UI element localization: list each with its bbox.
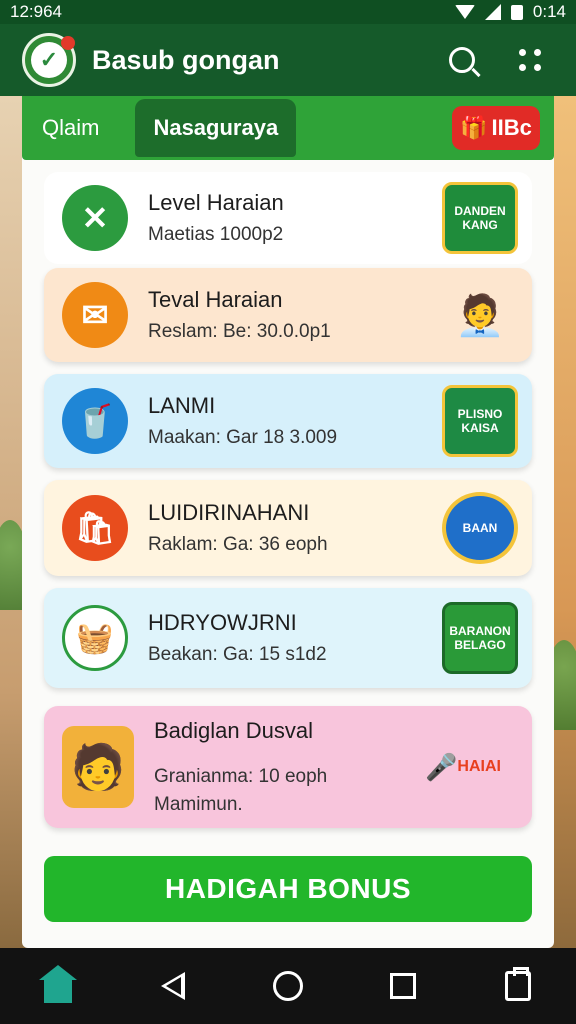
task-subtitle: Maakan: Gar 18 3.009 — [148, 427, 338, 448]
task-subtitle-extra: Mamimun. — [154, 794, 243, 815]
more-button[interactable] — [506, 36, 554, 84]
square-icon — [390, 973, 417, 999]
battery-icon — [510, 4, 523, 20]
character-illustration: 🧑‍💼 — [455, 293, 505, 338]
task-title: Teval Haraian — [148, 287, 283, 312]
task-subtitle: Reslam: Be: 30.0.0p1 — [148, 321, 331, 342]
task-item[interactable]: 🥤 LANMI Maakan: Gar 18 3.009 PLISNO KAIS… — [44, 374, 532, 468]
promo-badge: BAAN — [442, 492, 518, 564]
character-icon: 🧑 — [62, 726, 134, 808]
app-title: Basub gongan — [92, 44, 280, 75]
task-item[interactable]: ✕ Level Haraian Maetias 1000p2 DANDEN KA… — [44, 172, 532, 264]
cup-icon: 🥤 — [62, 388, 128, 454]
promo-badge: 🎤 HAIAI — [408, 731, 518, 803]
wifi-icon — [454, 5, 475, 19]
logo-dot — [61, 36, 75, 50]
promo-badge: BARANON BELAGO — [442, 602, 518, 674]
task-title: LUIDIRINAHANI — [148, 500, 310, 525]
close-badge-icon: ✕ — [62, 185, 128, 251]
status-time: 12:964 — [10, 2, 62, 21]
basket-icon: 🧺 — [62, 605, 128, 671]
signal-icon — [484, 4, 501, 20]
microphone-icon: 🎤 — [425, 751, 458, 782]
task-item[interactable]: 🧺 HDRYOWJRNI Beakan: Ga: 15 s1d2 BARANON… — [44, 588, 532, 688]
tab-claim[interactable]: Qlaim — [22, 99, 119, 157]
nav-back-button[interactable] — [143, 956, 203, 1016]
app-logo: ✓ — [22, 33, 76, 87]
reward-badge-button[interactable]: 🎁 IIBc — [452, 106, 540, 150]
nav-home-circle-button[interactable] — [258, 956, 318, 1016]
search-button[interactable] — [438, 36, 486, 84]
nav-recents-button[interactable] — [373, 956, 433, 1016]
gift-icon: 🎁 — [460, 115, 488, 140]
promo-badge: PLISNO KAISA — [442, 385, 518, 457]
task-title: Badiglan Dusval — [154, 718, 313, 743]
tab-claim-label: Qlaim — [42, 115, 100, 140]
grid-dots-icon — [519, 49, 541, 71]
main-card: Qlaim Nasaguraya 🎁 IIBc ✕ Level Haraian … — [22, 96, 554, 948]
bag-icon: 🛍 — [62, 495, 128, 561]
task-subtitle: Maetias 1000p2 — [148, 224, 284, 245]
app-bar: ✓ Basub gongan — [0, 24, 576, 96]
task-subtitle: Granianma: 10 eoph — [154, 766, 328, 787]
task-subtitle: Beakan: Ga: 15 s1d2 — [148, 644, 327, 665]
search-icon — [449, 47, 475, 73]
task-item[interactable]: 🧑 Badiglan Dusval Granianma: 10 eoph Mam… — [44, 706, 532, 828]
task-subtitle: Raklam: Ga: 36 eoph — [148, 534, 328, 555]
tab-active[interactable]: Nasaguraya — [135, 99, 297, 157]
navigation-bar — [0, 948, 576, 1024]
home-icon — [38, 965, 77, 1003]
status-right-time: 0:14 — [532, 2, 566, 21]
promo-badge: DANDEN KANG — [442, 182, 518, 254]
task-item[interactable]: 🛍 LUIDIRINAHANI Raklam: Ga: 36 eoph BAAN — [44, 480, 532, 576]
bonus-button[interactable]: HADIGAH BONUS — [44, 856, 532, 922]
tab-bar: Qlaim Nasaguraya 🎁 IIBc — [22, 96, 554, 160]
tab-active-label: Nasaguraya — [153, 115, 279, 140]
nav-home-button[interactable] — [28, 956, 88, 1016]
envelope-icon: ✉ — [62, 282, 128, 348]
promo-label: HAIAI — [457, 758, 501, 775]
reward-badge-label: IIBc — [491, 115, 532, 140]
nav-clipboard-button[interactable] — [488, 956, 548, 1016]
task-title: Level Haraian — [148, 190, 284, 215]
task-title: HDRYOWJRNI — [148, 610, 297, 635]
status-bar: 12:964 0:14 — [0, 0, 576, 24]
task-item[interactable]: ✉ Teval Haraian Reslam: Be: 30.0.0p1 🧑‍💼 — [44, 268, 532, 362]
circle-icon — [272, 971, 303, 1001]
back-icon — [160, 972, 185, 1000]
clipboard-icon — [505, 967, 532, 1001]
task-title: LANMI — [148, 393, 216, 418]
